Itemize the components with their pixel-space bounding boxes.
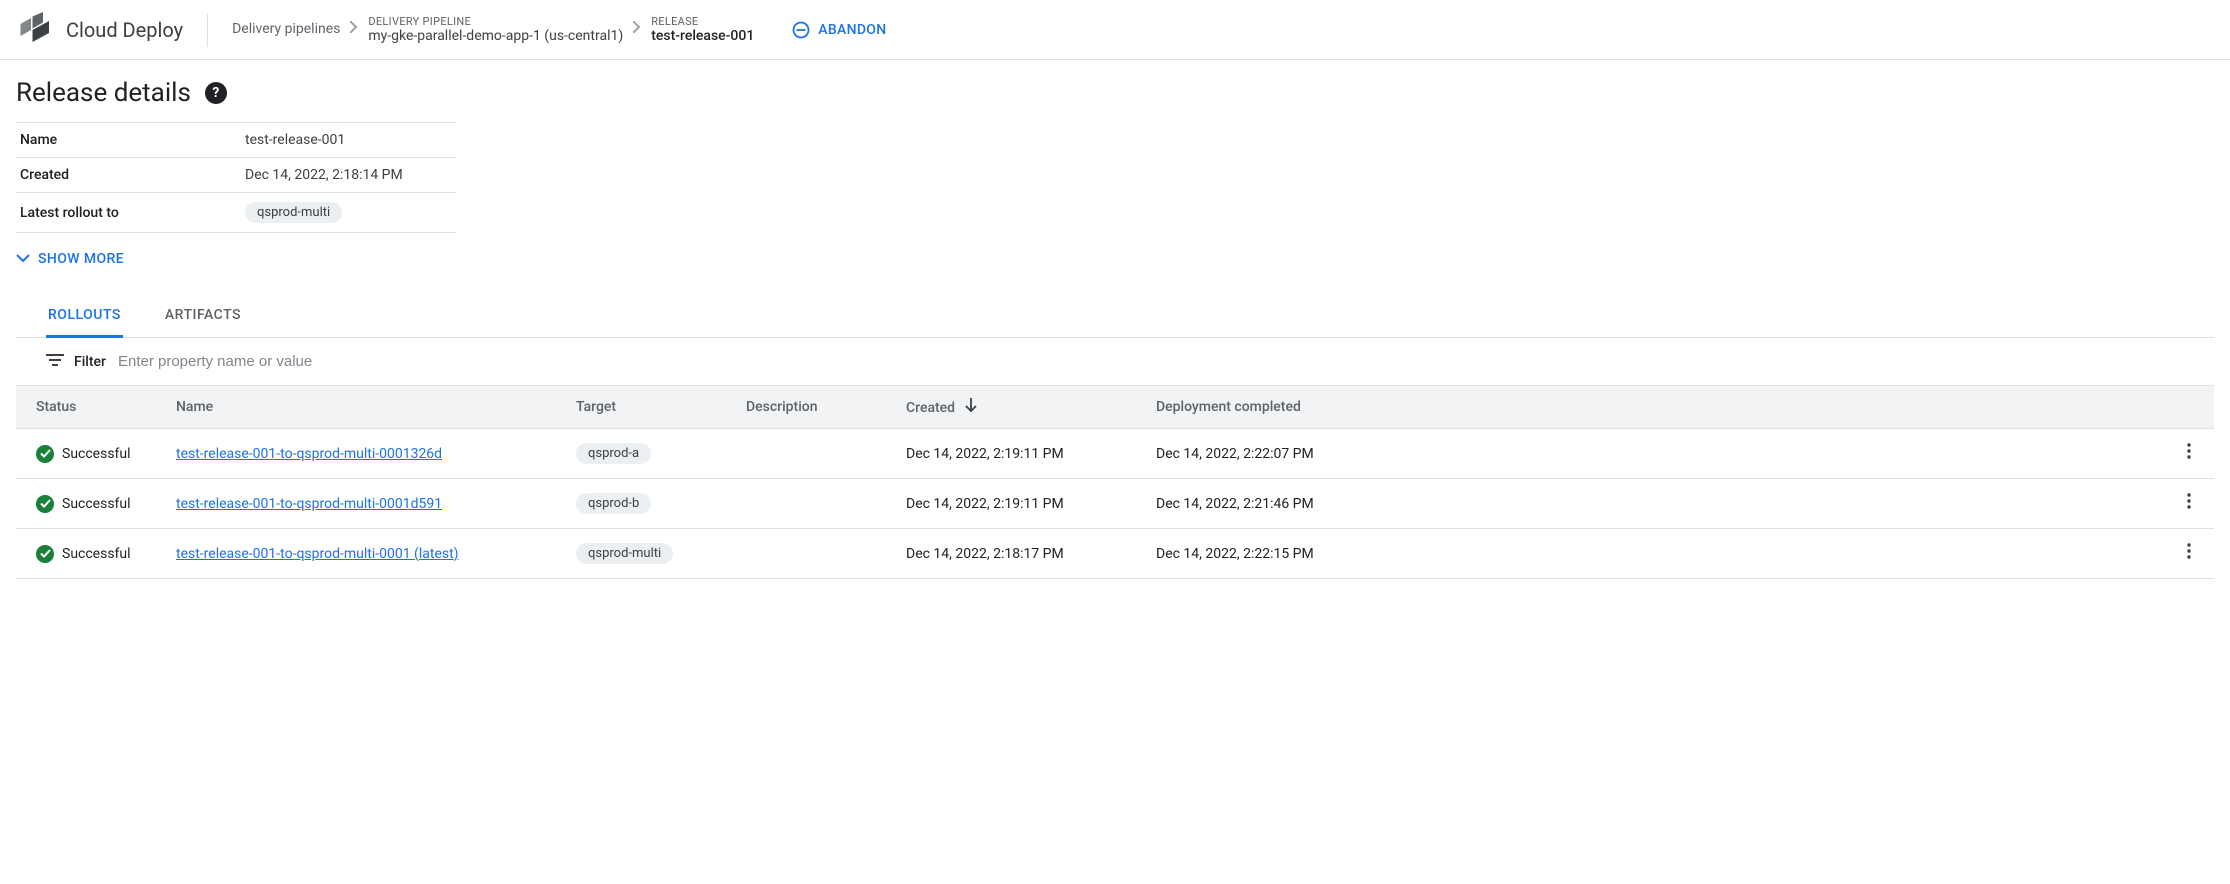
divider	[207, 13, 208, 47]
chevron-right-icon	[350, 21, 358, 37]
detail-name-value: test-release-001	[241, 123, 456, 158]
table-row: Successful test-release-001-to-qsprod-mul…	[16, 429, 2214, 479]
description-cell	[736, 429, 896, 479]
show-more-label: SHOW MORE	[38, 251, 124, 267]
description-cell	[736, 529, 896, 579]
tabs: ROLLOUTS ARTIFACTS	[16, 295, 2214, 338]
breadcrumb-release-value: test-release-001	[651, 28, 754, 45]
detail-latest-label: Latest rollout to	[16, 193, 241, 233]
app-header: Cloud Deploy Delivery pipelines DELIVERY…	[0, 0, 2230, 60]
product-brand: Cloud Deploy	[16, 12, 183, 48]
abandon-button[interactable]: ABANDON	[792, 21, 886, 39]
col-created-label: Created	[906, 400, 955, 416]
status-cell: Successful	[36, 445, 156, 463]
rollout-name-link[interactable]: test-release-001-to-qsprod-multi-0001326…	[176, 446, 442, 462]
target-chip[interactable]: qsprod-a	[576, 443, 651, 464]
detail-created-value: Dec 14, 2022, 2:18:14 PM	[241, 158, 456, 193]
filter-label: Filter	[74, 354, 106, 370]
created-cell: Dec 14, 2022, 2:19:11 PM	[896, 429, 1146, 479]
success-check-icon	[36, 445, 54, 463]
success-check-icon	[36, 545, 54, 563]
chevron-right-icon	[633, 21, 641, 37]
detail-row-latest: Latest rollout to qsprod-multi	[16, 193, 456, 233]
completed-cell: Dec 14, 2022, 2:21:46 PM	[1146, 479, 2164, 529]
detail-row-created: Created Dec 14, 2022, 2:18:14 PM	[16, 158, 456, 193]
breadcrumb-release: RELEASE test-release-001	[651, 15, 754, 45]
breadcrumb: Delivery pipelines DELIVERY PIPELINE my-…	[232, 15, 754, 45]
filter-bar: Filter	[16, 338, 2214, 385]
status-cell: Successful	[36, 495, 156, 513]
release-details-table: Name test-release-001 Created Dec 14, 20…	[16, 122, 456, 233]
completed-cell: Dec 14, 2022, 2:22:07 PM	[1146, 429, 2164, 479]
table-row: Successful test-release-001-to-qsprod-mul…	[16, 529, 2214, 579]
rollout-name-link[interactable]: test-release-001-to-qsprod-multi-0001 (l…	[176, 546, 459, 562]
col-actions	[2164, 386, 2214, 429]
col-completed[interactable]: Deployment completed	[1146, 386, 2164, 429]
col-target[interactable]: Target	[566, 386, 736, 429]
rollout-name-link[interactable]: test-release-001-to-qsprod-multi-0001d59…	[176, 496, 442, 512]
rollouts-table: Status Name Target Description Created D…	[16, 385, 2214, 579]
breadcrumb-root[interactable]: Delivery pipelines	[232, 21, 340, 37]
filter-icon	[46, 353, 64, 371]
help-icon[interactable]: ?	[205, 82, 227, 104]
tab-rollouts[interactable]: ROLLOUTS	[46, 295, 123, 338]
breadcrumb-release-label: RELEASE	[651, 15, 754, 28]
row-more-button[interactable]	[2174, 439, 2204, 468]
latest-rollout-chip[interactable]: qsprod-multi	[245, 202, 342, 223]
status-cell: Successful	[36, 545, 156, 563]
detail-row-name: Name test-release-001	[16, 123, 456, 158]
detail-created-label: Created	[16, 158, 241, 193]
completed-cell: Dec 14, 2022, 2:22:15 PM	[1146, 529, 2164, 579]
page-content: Release details ? Name test-release-001 …	[0, 60, 2230, 619]
col-name[interactable]: Name	[166, 386, 566, 429]
row-more-button[interactable]	[2174, 489, 2204, 518]
col-status[interactable]: Status	[16, 386, 166, 429]
breadcrumb-pipeline-value: my-gke-parallel-demo-app-1 (us-central1)	[368, 28, 623, 45]
row-more-button[interactable]	[2174, 539, 2204, 568]
tab-artifacts[interactable]: ARTIFACTS	[163, 295, 243, 338]
abandon-icon	[792, 21, 810, 39]
breadcrumb-pipeline[interactable]: DELIVERY PIPELINE my-gke-parallel-demo-a…	[368, 15, 623, 45]
status-text: Successful	[62, 546, 131, 562]
detail-latest-value: qsprod-multi	[241, 193, 456, 233]
cloud-deploy-logo-icon	[16, 12, 52, 48]
breadcrumb-pipeline-label: DELIVERY PIPELINE	[368, 15, 623, 28]
page-title: Release details	[16, 78, 191, 108]
success-check-icon	[36, 495, 54, 513]
col-description[interactable]: Description	[736, 386, 896, 429]
status-text: Successful	[62, 446, 131, 462]
page-title-row: Release details ?	[16, 78, 2214, 108]
status-text: Successful	[62, 496, 131, 512]
show-more-button[interactable]: SHOW MORE	[16, 251, 2214, 267]
created-cell: Dec 14, 2022, 2:19:11 PM	[896, 479, 1146, 529]
chevron-down-icon	[16, 251, 30, 267]
table-row: Successful test-release-001-to-qsprod-mul…	[16, 479, 2214, 529]
col-created[interactable]: Created	[896, 386, 1146, 429]
description-cell	[736, 479, 896, 529]
created-cell: Dec 14, 2022, 2:18:17 PM	[896, 529, 1146, 579]
abandon-label: ABANDON	[818, 22, 886, 38]
target-chip[interactable]: qsprod-multi	[576, 543, 673, 564]
product-name: Cloud Deploy	[66, 18, 183, 42]
filter-input[interactable]	[116, 352, 2202, 371]
detail-name-label: Name	[16, 123, 241, 158]
sort-descending-icon	[965, 400, 977, 416]
target-chip[interactable]: qsprod-b	[576, 493, 651, 514]
